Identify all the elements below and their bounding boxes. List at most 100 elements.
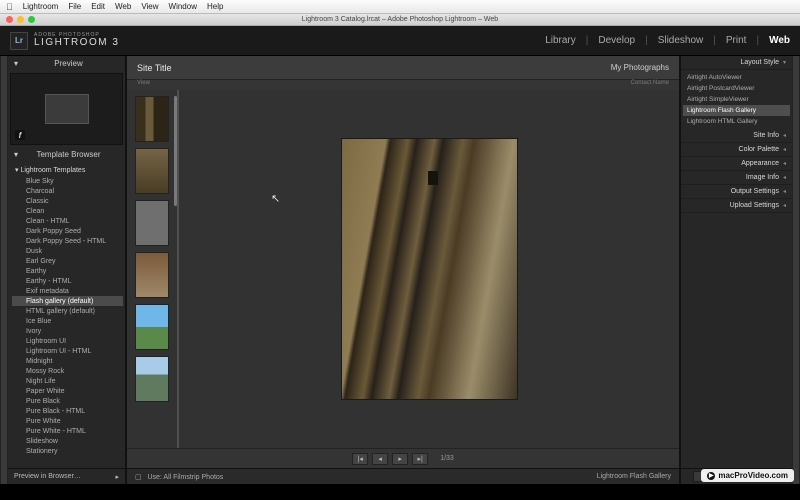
template-list: ▾ Lightroom Templates Blue SkyCharcoalCl… [8,162,125,468]
template-item[interactable]: Lightroom UI [12,336,123,346]
site-title[interactable]: Site Title [137,63,172,73]
template-item[interactable]: Pure Black - HTML [12,406,123,416]
view-menu[interactable]: View [137,80,150,90]
template-item[interactable]: Dark Poppy Seed - HTML [12,236,123,246]
template-item[interactable]: Blue Sky [12,176,123,186]
template-item[interactable]: Clean - HTML [12,216,123,226]
template-item[interactable]: Pure Black [12,396,123,406]
watermark-badge: ▶ macProVideo.com [701,469,794,482]
module-picker: Library| Develop| Slideshow| Print| Web [545,35,790,46]
module-library[interactable]: Library [545,35,576,46]
template-item[interactable]: Clean [12,206,123,216]
lightroom-body: ▾Preview f ▾Template Browser ▾ Lightroom… [0,56,800,484]
main-image[interactable] [342,139,517,399]
zoom-window-button[interactable] [28,16,35,23]
template-item[interactable]: Midnight [12,356,123,366]
right-panel-header[interactable]: Color Palette◂ [681,143,792,157]
left-edge-strip[interactable] [0,56,8,484]
menu-edit[interactable]: Edit [91,2,105,11]
template-item[interactable]: Pure White - HTML [12,426,123,436]
template-group[interactable]: ▾ Lightroom Templates [12,164,123,176]
right-panel-header[interactable]: Image Info◂ [681,171,792,185]
layout-style-list: Airtight AutoViewerAirtight PostcardView… [681,70,792,129]
close-window-button[interactable] [6,16,13,23]
contact-name[interactable]: Contact Name [631,80,669,90]
template-item[interactable]: Slideshow [12,436,123,446]
menu-view[interactable]: View [141,2,158,11]
minimize-window-button[interactable] [17,16,24,23]
thumbnail[interactable] [135,96,169,142]
site-title-bar: Site Title My Photographs [127,56,679,80]
layout-style-item[interactable]: Lightroom HTML Gallery [683,116,790,127]
thumbnail[interactable] [135,304,169,350]
template-item[interactable]: Dark Poppy Seed [12,226,123,236]
thumbnail-scrollbar[interactable] [174,96,177,206]
thumbnail[interactable] [135,356,169,402]
template-item[interactable]: Earthy - HTML [12,276,123,286]
module-web[interactable]: Web [769,35,790,46]
menu-window[interactable]: Window [169,2,197,11]
template-item[interactable]: Earl Grey [12,256,123,266]
image-detail [428,171,438,185]
module-develop[interactable]: Develop [598,35,635,46]
preview-thumbnail [45,94,89,124]
right-edge-strip[interactable] [792,56,800,484]
template-item[interactable]: Mossy Rock [12,366,123,376]
menu-lightroom[interactable]: Lightroom [23,2,59,11]
menu-help[interactable]: Help [207,2,223,11]
preview-in-browser-button[interactable]: Preview in Browser…▸ [8,468,125,484]
template-browser-header[interactable]: ▾Template Browser [8,147,125,162]
thumbnail[interactable] [135,200,169,246]
pager-first-button[interactable]: |◂ [352,453,368,465]
lightroom-logo-icon: Lr [10,32,28,50]
template-item[interactable]: Charcoal [12,186,123,196]
watermark-logo-icon: ▶ [707,472,715,480]
template-item[interactable]: Pure White [12,416,123,426]
template-item[interactable]: Flash gallery (default) [12,296,123,306]
template-item[interactable]: Ice Blue [12,316,123,326]
layout-style-item[interactable]: Lightroom Flash Gallery [683,105,790,116]
pager-prev-button[interactable]: ◂ [372,453,388,465]
filmstrip-use[interactable]: Use: All Filmstrip Photos [147,474,223,481]
layout-style-item[interactable]: Airtight SimpleViewer [683,94,790,105]
template-item[interactable]: Lightroom UI - HTML [12,346,123,356]
template-item[interactable]: Ivory [12,326,123,336]
engine-label: Lightroom Flash Gallery [597,473,671,480]
template-item[interactable]: Earthy [12,266,123,276]
apple-menu-icon[interactable]:  [6,2,13,12]
pager-count: 1/33 [440,455,454,462]
right-panel-header[interactable]: Site Info◂ [681,129,792,143]
window-titlebar: Lightroom 3 Catalog.lrcat – Adobe Photos… [0,14,800,26]
center-stage: Site Title My Photographs View Contact N… [126,56,680,484]
template-item[interactable]: HTML gallery (default) [12,306,123,316]
template-item[interactable]: Classic [12,196,123,206]
right-panel-header[interactable]: Output Settings◂ [681,185,792,199]
main-image-area: ↖ [179,90,679,448]
layout-style-item[interactable]: Airtight AutoViewer [683,72,790,83]
layout-style-item[interactable]: Airtight PostcardViewer [683,83,790,94]
preview-panel-header[interactable]: ▾Preview [8,56,125,71]
right-panel-header[interactable]: Appearance◂ [681,157,792,171]
left-panel: ▾Preview f ▾Template Browser ▾ Lightroom… [8,56,126,484]
menu-web[interactable]: Web [115,2,131,11]
brand-name: LIGHTROOM 3 [34,38,119,48]
thumbnail[interactable] [135,148,169,194]
module-print[interactable]: Print [726,35,747,46]
lightroom-header: Lr ADOBE PHOTOSHOP LIGHTROOM 3 Library| … [0,26,800,56]
traffic-lights [6,16,35,23]
module-slideshow[interactable]: Slideshow [658,35,704,46]
pager-next-button[interactable]: ▸ [392,453,408,465]
layout-style-header[interactable]: Layout Style▾ [681,56,792,70]
template-item[interactable]: Paper White [12,386,123,396]
template-item[interactable]: Dusk [12,246,123,256]
template-item[interactable]: Night Life [12,376,123,386]
right-panel-header[interactable]: Upload Settings◂ [681,199,792,213]
right-panel: Layout Style▾ Airtight AutoViewerAirtigh… [680,56,792,484]
template-item[interactable]: Stationery [12,446,123,456]
center-footer: ▢ Use: All Filmstrip Photos Lightroom Fl… [127,468,679,484]
menu-file[interactable]: File [68,2,81,11]
pager-last-button[interactable]: ▸| [412,453,428,465]
collection-title[interactable]: My Photographs [611,63,669,72]
thumbnail[interactable] [135,252,169,298]
template-item[interactable]: Exif metadata [12,286,123,296]
